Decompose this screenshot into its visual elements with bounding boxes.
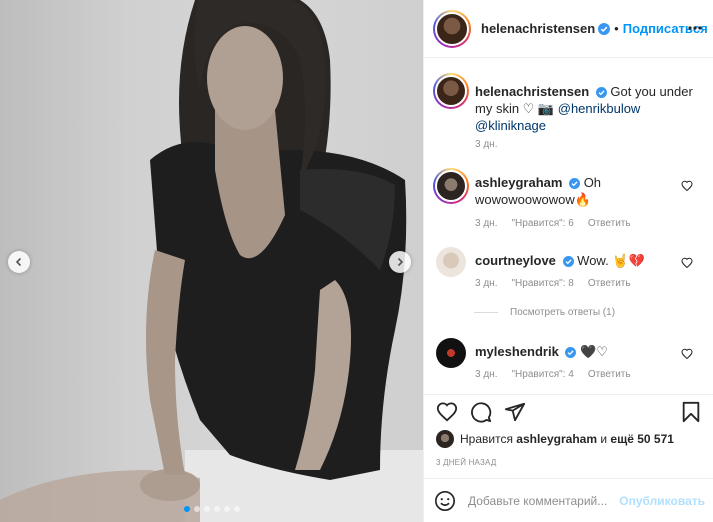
carousel-dot [193, 506, 200, 512]
comment-time[interactable]: 3 дн. [475, 278, 497, 289]
verified-badge-icon [595, 87, 607, 98]
comment-meta: 3 дн. "Нравится": 4 Ответить [475, 369, 631, 380]
caption-meta: 3 дн. [475, 139, 497, 150]
comment-meta: 3 дн. "Нравится": 8 Ответить [475, 278, 631, 289]
header-separator: • [614, 21, 619, 36]
save-bookmark-icon[interactable] [681, 401, 701, 423]
view-replies-label: Посмотреть ответы (1) [510, 307, 616, 318]
comment-time[interactable]: 3 дн. [475, 369, 497, 380]
instagram-post: helenachristensen • Подписаться helenach… [0, 0, 713, 522]
post-photo[interactable] [0, 0, 423, 522]
post-side-panel: helenachristensen • Подписаться helenach… [423, 0, 713, 522]
comment-text: courtneylove Wow. 🤘💔 [475, 252, 685, 269]
comment-item: myleshendrik 🖤♡ 3 дн. "Нравится": 4 Отве… [433, 338, 703, 388]
verified-badge-icon [565, 347, 577, 358]
comment-meta: 3 дн. "Нравится": 6 Ответить [475, 218, 631, 229]
add-comment-bar: Добавьте комментарий... Опубликовать [424, 478, 713, 522]
likes-and: и [600, 432, 608, 446]
like-comment-heart-icon[interactable] [681, 348, 693, 360]
carousel-dot [233, 506, 240, 512]
author-avatar[interactable] [433, 9, 471, 48]
comment-username[interactable]: courtneylove [475, 253, 556, 268]
comment-username[interactable]: myleshendrik [475, 344, 559, 359]
comment-text: ashleygraham Oh wowowoowowow🔥 [475, 174, 685, 208]
emoji-smiley-icon[interactable] [434, 490, 456, 512]
comment-likes[interactable]: "Нравится": 4 [511, 369, 573, 380]
publish-button[interactable]: Опубликовать [619, 494, 705, 508]
caption-text: helenachristensen Got you under my skin … [475, 83, 695, 134]
comment-item: courtneylove Wow. 🤘💔 3 дн. "Нравится": 8… [433, 247, 703, 297]
comment-item: ashleygraham Oh wowowoowowow🔥 3 дн. "Нра… [433, 168, 703, 238]
caption-username[interactable]: helenachristensen [475, 84, 589, 99]
post-caption: helenachristensen Got you under my skin … [433, 73, 703, 153]
next-photo-button[interactable] [389, 251, 411, 273]
mention-kliniknage[interactable]: @kliniknage [475, 118, 546, 133]
reply-button[interactable]: Ответить [588, 278, 631, 289]
commenter-avatar[interactable] [436, 338, 466, 368]
commenter-avatar[interactable] [436, 247, 466, 277]
comment-bubble-icon[interactable] [470, 401, 492, 423]
verified-badge-icon [569, 178, 581, 189]
comment-likes[interactable]: "Нравится": 8 [511, 278, 573, 289]
prev-photo-button[interactable] [8, 251, 30, 273]
post-actions-bar [424, 394, 713, 427]
comment-body: Wow. 🤘💔 [577, 253, 645, 268]
chevron-left-icon [15, 257, 22, 267]
like-heart-icon[interactable] [436, 401, 458, 423]
chevron-right-icon [397, 257, 404, 267]
carousel-dot [203, 506, 210, 512]
verified-badge-icon [598, 22, 611, 35]
like-comment-heart-icon[interactable] [681, 180, 693, 192]
comment-likes[interactable]: "Нравится": 6 [511, 218, 573, 229]
liker-username[interactable]: ashleygraham [516, 432, 597, 446]
carousel-indicator [0, 506, 423, 512]
photo-image [0, 0, 423, 522]
share-paper-plane-icon[interactable] [504, 401, 526, 423]
replies-divider [474, 312, 498, 313]
comment-time[interactable]: 3 дн. [475, 218, 497, 229]
post-header: helenachristensen • Подписаться [424, 0, 713, 58]
comment-body: 🖤♡ [580, 344, 608, 359]
comment-username[interactable]: ashleygraham [475, 175, 562, 190]
view-replies-button[interactable]: Посмотреть ответы (1) [474, 307, 615, 318]
caption-avatar[interactable] [433, 73, 469, 109]
carousel-dot [183, 506, 190, 512]
commenter-avatar[interactable] [433, 168, 469, 204]
verified-badge-icon [562, 256, 574, 267]
post-date[interactable]: 3 ДНЕЙ НАЗАД [436, 458, 496, 467]
comment-text: myleshendrik 🖤♡ [475, 343, 685, 360]
likes-summary: Нравится ashleygraham и ещё 50 571 [436, 430, 674, 448]
comment-input[interactable]: Добавьте комментарий... [468, 494, 619, 508]
comment-body-line2: wowowoowowow🔥 [475, 192, 591, 207]
carousel-dot [213, 506, 220, 512]
reply-button[interactable]: Ответить [588, 369, 631, 380]
reply-button[interactable]: Ответить [588, 218, 631, 229]
likes-count[interactable]: ещё 50 571 [610, 432, 674, 446]
mention-henrikbulow[interactable]: @henrikbulow [558, 101, 641, 116]
caption-time[interactable]: 3 дн. [475, 139, 497, 150]
author-username[interactable]: helenachristensen [481, 21, 595, 36]
comment-body-line1: Oh [583, 175, 602, 190]
more-options-icon[interactable] [687, 20, 703, 36]
likes-prefix: Нравится [460, 432, 513, 446]
like-comment-heart-icon[interactable] [681, 257, 693, 269]
liker-avatar[interactable] [436, 430, 454, 448]
carousel-dot [223, 506, 230, 512]
